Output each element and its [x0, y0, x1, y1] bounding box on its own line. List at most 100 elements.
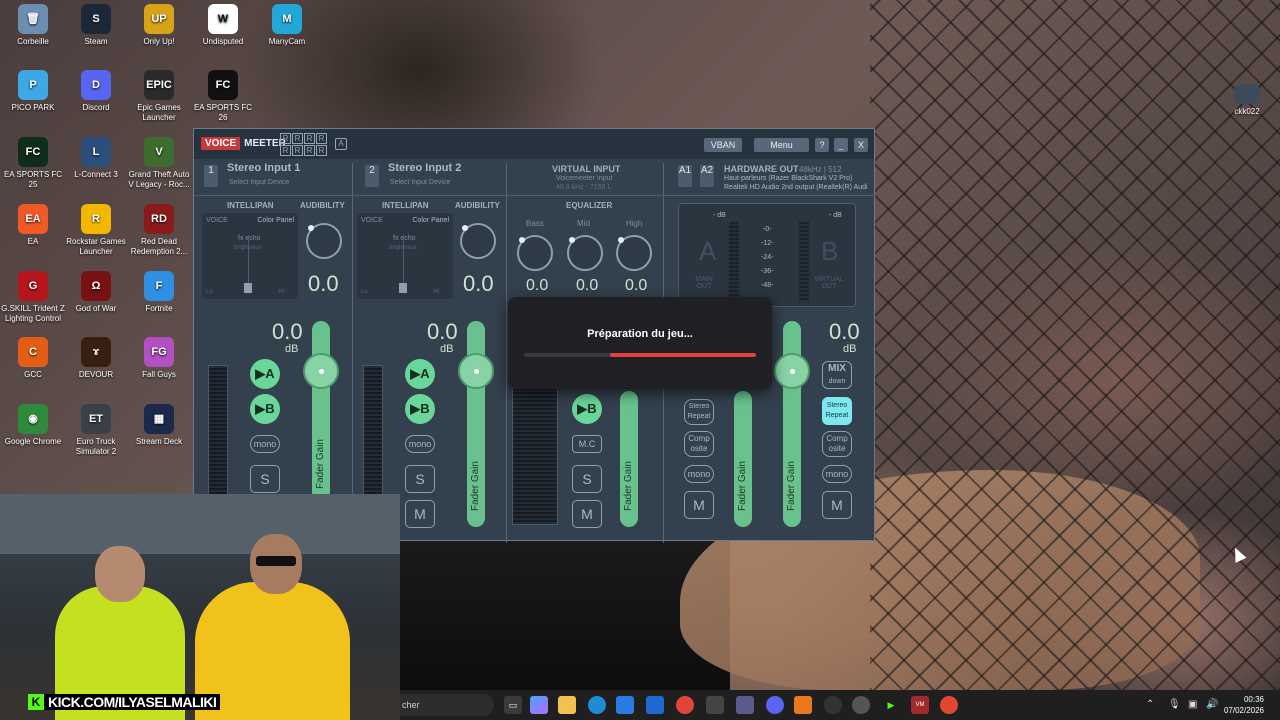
a1-mute-button[interactable]: M: [684, 491, 714, 519]
volume-icon[interactable]: 🔊: [1206, 699, 1218, 710]
copilot-icon[interactable]: [530, 696, 548, 714]
desktop-icon[interactable]: ɤ DEVOUR: [63, 333, 129, 380]
high-knob[interactable]: [616, 235, 652, 271]
strip2-intellipan-panel[interactable]: VOICE Color Panel fx echo brightness Lo …: [357, 213, 453, 299]
a2-selector[interactable]: A2: [700, 165, 714, 187]
desktop-icon[interactable]: P PICO PARK: [0, 66, 66, 113]
hardware-out-device2[interactable]: Realtek HD Audio 2nd output (Realtek(R) …: [724, 184, 868, 191]
taskbar-clock[interactable]: 00:36 07/02/2026: [1224, 694, 1264, 716]
desktop-icon[interactable]: RD Red Dead Redemption 2...: [126, 200, 192, 257]
strip1-b-button[interactable]: ▶B: [250, 394, 280, 424]
a1-selector[interactable]: A1: [678, 165, 692, 187]
help-button[interactable]: ?: [815, 138, 829, 152]
desktop-icon[interactable]: D Discord: [63, 66, 129, 113]
strip2-b-button[interactable]: ▶B: [405, 394, 435, 424]
desktop-icon-ckk022[interactable]: ckk022: [1214, 80, 1280, 117]
strip1-mono-button[interactable]: mono: [250, 435, 280, 453]
strip2-mute-button[interactable]: M: [405, 500, 435, 528]
hardware-out-device1[interactable]: Haut-parleurs (Razer BlackShark V2 Pro): [724, 175, 852, 182]
desktop-icon[interactable]: S Steam: [63, 0, 129, 47]
a2-composite-button[interactable]: Comp osite: [822, 431, 852, 457]
a1-stereo-repeat-button[interactable]: Stereo Repeat: [684, 399, 714, 425]
file-explorer-icon[interactable]: [558, 696, 576, 714]
strip2-fader[interactable]: Fader Gain: [467, 321, 485, 527]
virtual-b-button[interactable]: ▶B: [572, 394, 602, 424]
desktop-icon[interactable]: ◉ Google Chrome: [0, 400, 66, 447]
strip1-solo-button[interactable]: S: [250, 465, 280, 493]
network-icon[interactable]: ▣: [1188, 699, 1197, 710]
pan-handle[interactable]: [399, 283, 407, 293]
bass-knob[interactable]: [517, 235, 553, 271]
strip2-audibility-knob[interactable]: [460, 223, 496, 259]
a2-mono-button[interactable]: mono: [822, 465, 852, 483]
microphone-icon[interactable]: 🎙: [1168, 699, 1181, 710]
a2-mute-button[interactable]: M: [822, 491, 852, 519]
desktop-icon[interactable]: W Undisputed: [190, 0, 256, 47]
strip2-fader-knob[interactable]: [458, 353, 494, 389]
voicemeeter-taskbar-icon[interactable]: VM: [911, 696, 929, 714]
strip1-audibility-knob[interactable]: [306, 223, 342, 259]
strip2-solo-button[interactable]: S: [405, 465, 435, 493]
snip-icon[interactable]: [706, 696, 724, 714]
a2-stereo-repeat-button[interactable]: Stereo Repeat: [822, 397, 852, 425]
voicemeeter-titlebar[interactable]: VOICE MEETER R R R R R R R R A VBAN Menu…: [194, 129, 874, 159]
vban-button[interactable]: VBAN: [704, 138, 742, 152]
strip2-mono-button[interactable]: mono: [405, 435, 435, 453]
strip1-a-button[interactable]: ▶A: [250, 359, 280, 389]
desktop-icon[interactable]: ▦ Stream Deck: [126, 400, 192, 447]
chevron-up-icon[interactable]: ⌃: [1146, 699, 1154, 710]
a1-mono-button[interactable]: mono: [684, 465, 714, 483]
virtual-solo-button[interactable]: S: [572, 465, 602, 493]
desktop-icon[interactable]: EPIC Epic Games Launcher: [126, 66, 192, 123]
desktop-icon[interactable]: R Rockstar Games Launcher: [63, 200, 129, 257]
desktop-icon[interactable]: F Fortnite: [126, 267, 192, 314]
strip1-device[interactable]: Select Input Device: [229, 179, 289, 186]
app-orange-icon[interactable]: [794, 696, 812, 714]
store-icon[interactable]: [616, 696, 634, 714]
app-circle-icon[interactable]: [852, 696, 870, 714]
desktop-icon[interactable]: 🗑 Corbeille: [0, 0, 66, 47]
pan-handle[interactable]: [244, 283, 252, 293]
a2-fader-knob[interactable]: [774, 353, 810, 389]
virtual-fader[interactable]: Fader Gain: [620, 391, 638, 527]
desktop-icon[interactable]: M ManyCam: [254, 0, 320, 47]
a2-fader[interactable]: Fader Gain: [783, 321, 801, 527]
strip1-intellipan-panel[interactable]: VOICE Color Panel fx echo brightness Lo …: [202, 213, 298, 299]
desktop-icon[interactable]: V Grand Theft Auto V Legacy - Roc...: [126, 133, 192, 190]
desktop-icon[interactable]: ET Euro Truck Simulator 2: [63, 400, 129, 457]
mid-knob[interactable]: [567, 235, 603, 271]
a1-composite-button[interactable]: Comp osite: [684, 431, 714, 457]
minimize-button[interactable]: _: [834, 138, 848, 152]
desktop-icon[interactable]: L L-Connect 3: [63, 133, 129, 180]
chrome-icon[interactable]: [676, 696, 694, 714]
desktop-icon[interactable]: G G.SKILL Trident Z Lighting Control: [0, 267, 66, 324]
play-icon[interactable]: ▶: [882, 696, 900, 714]
gamepad-icon[interactable]: [736, 696, 754, 714]
strip1-fader-knob[interactable]: [303, 353, 339, 389]
obs-taskbar-icon[interactable]: [824, 696, 842, 714]
strip1-name[interactable]: Stereo Input 1: [227, 162, 300, 174]
desktop-icon[interactable]: FG Fall Guys: [126, 333, 192, 380]
mix-down-button[interactable]: MIX down: [822, 361, 852, 389]
strip2-a-button[interactable]: ▶A: [405, 359, 435, 389]
a1-fader[interactable]: Fader Gain: [734, 391, 752, 527]
desktop-icon[interactable]: EA EA: [0, 200, 66, 247]
task-view-icon[interactable]: ▭: [504, 696, 522, 714]
strip2-number[interactable]: 2: [365, 165, 379, 187]
discord-taskbar-icon[interactable]: [766, 696, 784, 714]
desktop-icon[interactable]: FC EA SPORTS FC 25: [0, 133, 66, 190]
desktop-icon[interactable]: UP Only Up!: [126, 0, 192, 47]
close-button[interactable]: X: [854, 138, 868, 152]
strip1-fader[interactable]: Fader Gain: [312, 321, 330, 501]
strip1-number[interactable]: 1: [204, 165, 218, 187]
strip2-device[interactable]: Select Input Device: [390, 179, 450, 186]
virtual-mc-button[interactable]: M.C: [572, 435, 602, 453]
outlook-icon[interactable]: [646, 696, 664, 714]
desktop-icon[interactable]: Ω God of War: [63, 267, 129, 314]
desktop-icon[interactable]: FC EA SPORTS FC 26: [190, 66, 256, 123]
edge-icon[interactable]: [588, 696, 606, 714]
strip2-name[interactable]: Stereo Input 2: [388, 162, 461, 174]
menu-button[interactable]: Menu: [754, 138, 809, 152]
desktop-icon[interactable]: C GCC: [0, 333, 66, 380]
ea-taskbar-icon[interactable]: [940, 696, 958, 714]
